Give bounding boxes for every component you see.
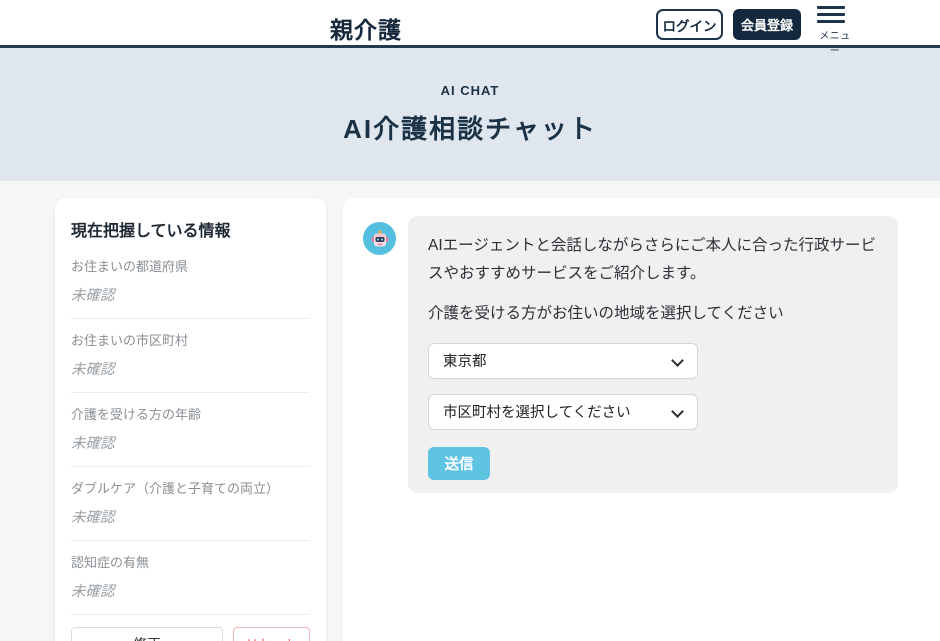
bot-message-intro: AIエージェントと会話しながらさらにご本人に合った行政サービスやおすすめサービス… bbox=[428, 232, 878, 288]
info-field-prefecture: お住まいの都道府県 未確認 bbox=[71, 245, 310, 319]
login-button[interactable]: ログイン bbox=[656, 9, 723, 40]
known-info-title: 現在把握している情報 bbox=[71, 217, 310, 241]
info-field-label: お住まいの市区町村 bbox=[71, 330, 310, 349]
info-field-value: 未確認 bbox=[71, 506, 310, 527]
bot-message-bubble: AIエージェントと会話しながらさらにご本人に合った行政サービスやおすすめサービス… bbox=[408, 216, 898, 493]
menu-label: メニュー bbox=[819, 31, 851, 57]
info-field-age: 介護を受ける方の年齢 未確認 bbox=[71, 393, 310, 467]
chat-panel: AIエージェントと会話しながらさらにご本人に合った行政サービスやおすすめサービス… bbox=[343, 198, 940, 641]
header: 親介護 ログイン 会員登録 メニュー bbox=[0, 0, 940, 48]
info-field-value: 未確認 bbox=[71, 358, 310, 379]
robot-icon bbox=[370, 229, 390, 249]
hamburger-icon bbox=[817, 6, 853, 23]
info-field-label: 認知症の有無 bbox=[71, 552, 310, 571]
prefecture-select[interactable]: 東京都 bbox=[428, 343, 698, 379]
info-field-city: お住まいの市区町村 未確認 bbox=[71, 319, 310, 393]
prefecture-select-value: 東京都 bbox=[443, 350, 487, 371]
chevron-down-icon bbox=[671, 354, 684, 367]
hero-eyebrow: AI CHAT bbox=[441, 83, 500, 98]
info-field-double-care: ダブルケア（介護と子育ての両立） 未確認 bbox=[71, 467, 310, 541]
send-button[interactable]: 送信 bbox=[428, 447, 490, 480]
reset-button[interactable]: リセット bbox=[233, 627, 310, 641]
bot-avatar bbox=[363, 222, 396, 255]
main-content: 現在把握している情報 お住まいの都道府県 未確認 お住まいの市区町村 未確認 介… bbox=[0, 181, 940, 641]
bot-message-prompt: 介護を受ける方がお住いの地域を選択してください bbox=[428, 300, 878, 328]
info-field-label: ダブルケア（介護と子育ての両立） bbox=[71, 478, 310, 497]
info-field-value: 未確認 bbox=[71, 432, 310, 453]
site-logo[interactable]: 親介護 bbox=[330, 11, 402, 45]
chevron-down-icon bbox=[671, 405, 684, 418]
city-select-value: 市区町村を選択してください bbox=[443, 401, 631, 422]
signup-button[interactable]: 会員登録 bbox=[733, 9, 801, 40]
edit-button[interactable]: 修正 bbox=[71, 627, 223, 641]
info-field-dementia: 認知症の有無 未確認 bbox=[71, 541, 310, 615]
info-card-actions: 修正 リセット bbox=[71, 627, 310, 641]
city-select[interactable]: 市区町村を選択してください bbox=[428, 394, 698, 430]
hero-banner: AI CHAT AI介護相談チャット bbox=[0, 48, 940, 181]
info-field-label: 介護を受ける方の年齢 bbox=[71, 404, 310, 423]
info-field-value: 未確認 bbox=[71, 580, 310, 601]
info-field-label: お住まいの都道府県 bbox=[71, 256, 310, 275]
page-title: AI介護相談チャット bbox=[343, 109, 597, 146]
menu-button[interactable]: メニュー bbox=[817, 6, 853, 57]
info-field-value: 未確認 bbox=[71, 284, 310, 305]
known-info-card: 現在把握している情報 お住まいの都道府県 未確認 お住まいの市区町村 未確認 介… bbox=[55, 198, 326, 641]
